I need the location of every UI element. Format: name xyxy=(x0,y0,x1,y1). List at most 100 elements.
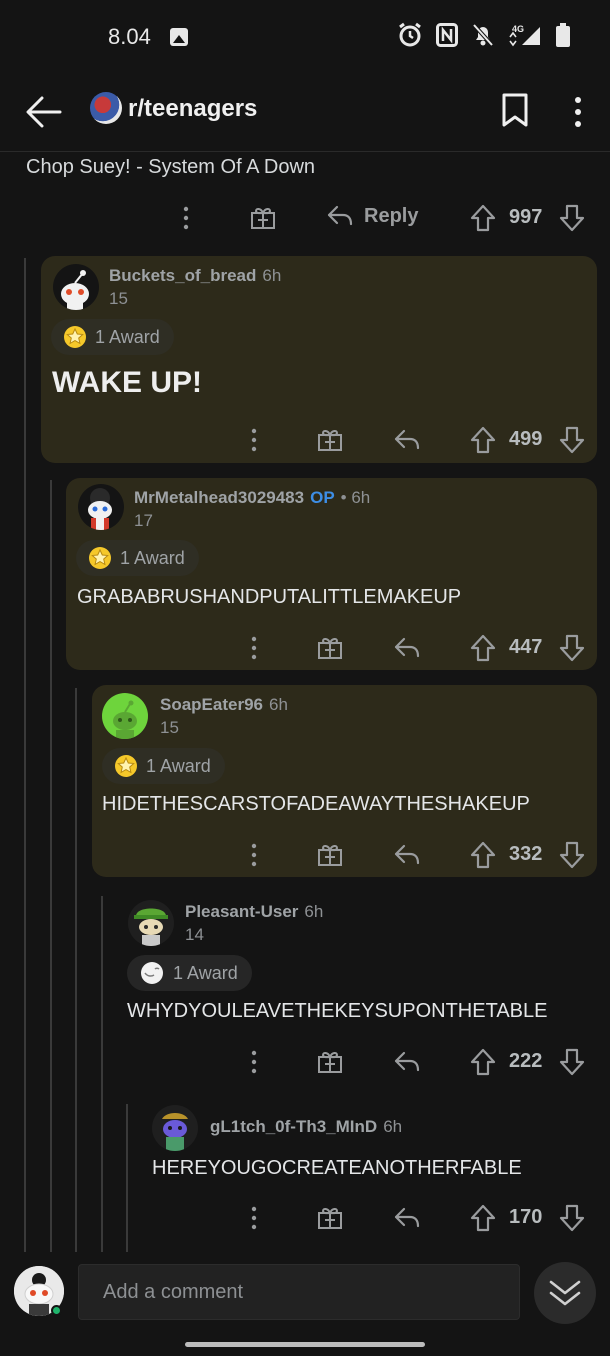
thread-line[interactable] xyxy=(24,258,26,1254)
upvote-icon[interactable] xyxy=(470,841,496,869)
add-comment-input[interactable]: Add a comment xyxy=(78,1264,520,1320)
award-badge[interactable]: 1 Award xyxy=(76,540,199,576)
avatar[interactable] xyxy=(128,900,174,946)
username[interactable]: gL1tch_0f-Th3_MInD xyxy=(210,1117,377,1136)
back-arrow-icon[interactable] xyxy=(24,92,64,132)
downvote-icon[interactable] xyxy=(559,1048,585,1076)
snoo-avatar-icon xyxy=(61,270,89,310)
home-indicator[interactable] xyxy=(185,1342,425,1347)
upvote-icon[interactable] xyxy=(470,426,496,454)
more-options-icon[interactable] xyxy=(248,843,260,867)
image-icon xyxy=(170,28,188,46)
more-options-icon[interactable] xyxy=(180,206,192,230)
comment-username[interactable]: gL1tch_0f-Th3_MInD 6h xyxy=(210,1117,402,1137)
status-bar: 8.04 4G xyxy=(0,0,610,74)
reply-icon[interactable] xyxy=(393,1206,421,1230)
post-action-bar: Reply 997 xyxy=(0,196,610,240)
timestamp: 6h xyxy=(269,695,288,714)
comment-username[interactable]: SoapEater96 6h xyxy=(160,695,288,715)
app-header: r/teenagers xyxy=(0,74,610,152)
comment-username[interactable]: MrMetalhead3029483 OP • 6h xyxy=(134,488,370,508)
user-karma: 15 xyxy=(160,718,179,737)
star-award-icon xyxy=(89,547,111,569)
upvote-icon[interactable] xyxy=(470,204,496,232)
thread-line[interactable] xyxy=(101,896,103,1254)
vote-count: 222 xyxy=(509,1050,543,1072)
username[interactable]: MrMetalhead3029483 xyxy=(134,488,304,507)
vote-count: 332 xyxy=(509,843,543,865)
comment-card: Buckets_of_bread 6h 15 1 Award WAKE UP! 4… xyxy=(41,256,597,463)
avatar[interactable] xyxy=(102,693,148,739)
award-gift-icon[interactable] xyxy=(317,634,343,660)
vote-count: 499 xyxy=(509,428,543,450)
comment-username[interactable]: Pleasant-User 6h xyxy=(185,902,323,922)
star-award-icon xyxy=(115,755,137,777)
downvote-icon[interactable] xyxy=(559,204,585,232)
comment-body: HEREYOUGOCREATEANOTHERFABLE xyxy=(152,1157,522,1179)
more-vertical-icon[interactable] xyxy=(566,94,590,130)
comment-card: Pleasant-User 6h 14 1 Award WHYDYOULEAVET… xyxy=(118,892,597,1084)
reply-button[interactable]: Reply xyxy=(326,204,418,228)
bookmark-icon[interactable] xyxy=(500,92,530,128)
thread-line[interactable] xyxy=(75,688,77,1254)
award-gift-icon[interactable] xyxy=(250,204,276,230)
downvote-icon[interactable] xyxy=(559,1204,585,1232)
battery-icon xyxy=(556,23,570,47)
vote-count: 447 xyxy=(509,636,543,658)
reply-icon[interactable] xyxy=(393,1050,421,1074)
star-award-icon xyxy=(64,326,86,348)
post-title: Chop Suey! - System Of A Down xyxy=(26,156,316,178)
award-gift-icon[interactable] xyxy=(317,1204,343,1230)
thread-line[interactable] xyxy=(50,480,52,1254)
downvote-icon[interactable] xyxy=(559,426,585,454)
comment-body: WHYDYOULEAVETHEKEYSUPONTHETABLE xyxy=(127,1000,548,1022)
downvote-icon[interactable] xyxy=(559,634,585,662)
comment-body: WAKE UP! xyxy=(52,366,202,399)
award-gift-icon[interactable] xyxy=(317,1048,343,1074)
snoo-avatar-icon xyxy=(134,908,168,946)
username[interactable]: SoapEater96 xyxy=(160,695,263,714)
upvote-icon[interactable] xyxy=(470,634,496,662)
comment-username[interactable]: Buckets_of_bread 6h xyxy=(109,266,281,286)
more-options-icon[interactable] xyxy=(248,428,260,452)
op-badge: OP xyxy=(310,488,335,507)
network-label: 4G xyxy=(512,24,524,34)
subreddit-avatar[interactable] xyxy=(90,92,122,124)
upvote-icon[interactable] xyxy=(470,1204,496,1232)
award-badge[interactable]: 1 Award xyxy=(102,748,225,784)
comment-card: SoapEater96 6h 15 1 Award HIDETHESCARSTOF… xyxy=(92,685,597,877)
reply-icon[interactable] xyxy=(393,636,421,660)
vote-count: 997 xyxy=(509,206,543,228)
award-gift-icon[interactable] xyxy=(317,841,343,867)
downvote-icon[interactable] xyxy=(559,841,585,869)
user-karma: 14 xyxy=(185,925,204,944)
username[interactable]: Pleasant-User xyxy=(185,902,298,921)
comment-body: GRABABRUSHANDPUTALITTLEMAKEUP xyxy=(77,586,462,608)
snoo-avatar-icon xyxy=(88,488,112,530)
more-options-icon[interactable] xyxy=(248,1050,260,1074)
avatar[interactable] xyxy=(152,1105,198,1151)
bell-off-icon xyxy=(472,23,494,47)
timestamp: • 6h xyxy=(340,488,371,507)
avatar[interactable] xyxy=(78,484,124,530)
next-comment-button[interactable] xyxy=(534,1262,596,1324)
upvote-icon[interactable] xyxy=(470,1048,496,1076)
award-label: 1 Award xyxy=(95,326,160,347)
user-karma: 17 xyxy=(134,511,153,530)
award-badge[interactable]: 1 Award xyxy=(51,319,174,355)
username[interactable]: Buckets_of_bread xyxy=(109,266,256,285)
more-options-icon[interactable] xyxy=(248,1206,260,1230)
thread-line[interactable] xyxy=(126,1104,128,1254)
snoo-avatar-icon xyxy=(113,700,137,739)
nfc-icon xyxy=(436,23,458,47)
comment-card: gL1tch_0f-Th3_MInD 6h HEREYOUGOCREATEANOT… xyxy=(143,1100,597,1250)
reply-icon[interactable] xyxy=(393,428,421,452)
signal-icon: 4G xyxy=(509,24,540,47)
reply-icon[interactable] xyxy=(393,843,421,867)
award-badge[interactable]: 1 Award xyxy=(127,955,252,991)
subreddit-name[interactable]: r/teenagers xyxy=(128,95,257,123)
avatar[interactable] xyxy=(53,264,99,310)
status-icons: 4G xyxy=(398,22,570,48)
award-gift-icon[interactable] xyxy=(317,426,343,452)
more-options-icon[interactable] xyxy=(248,636,260,660)
